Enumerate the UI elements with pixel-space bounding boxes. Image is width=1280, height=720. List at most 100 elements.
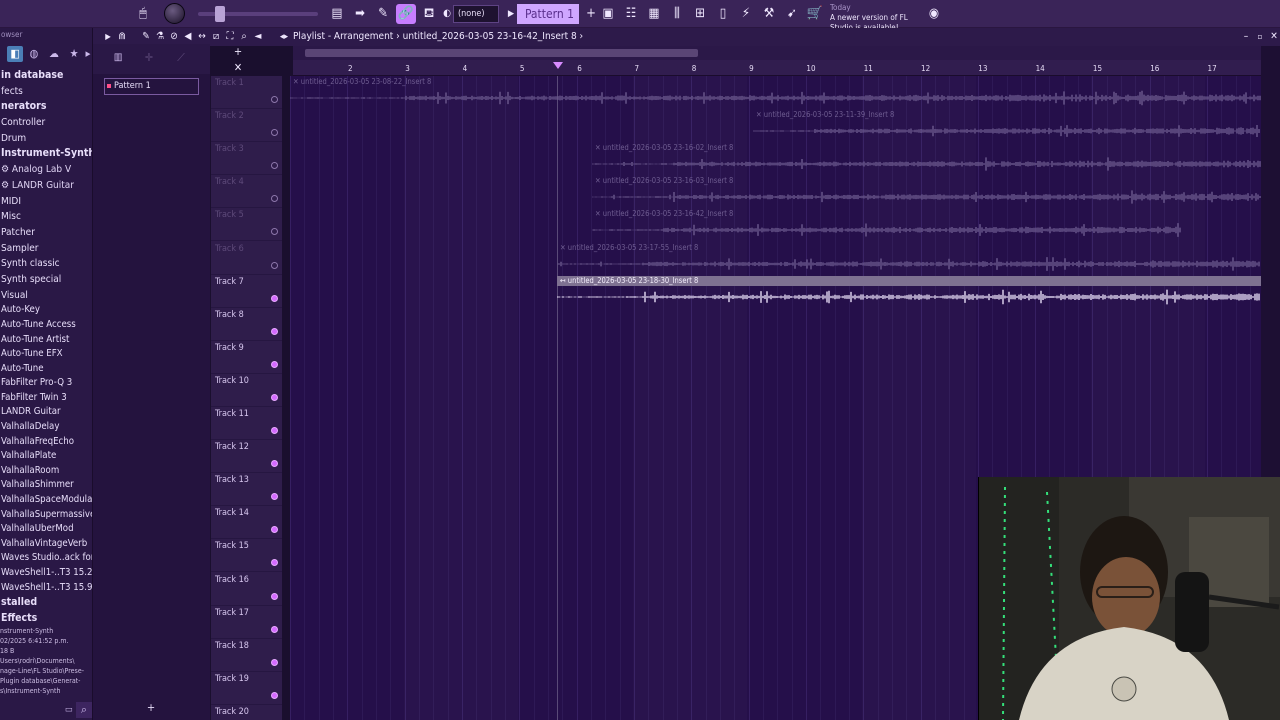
channel-rack-icon[interactable]: ☷ <box>621 4 641 24</box>
browser-item[interactable]: ValhallaUberMod <box>0 522 92 537</box>
browser-item[interactable]: stalled <box>0 595 92 611</box>
browser-item[interactable]: ValhallaFreqEcho <box>0 435 92 450</box>
scroll-thumb[interactable] <box>305 49 698 57</box>
audio-clip[interactable]: ↤ untitled_2026-03-05 23-18-30_Insert 8 <box>557 275 1261 307</box>
arrow-right-icon[interactable]: ➡ <box>350 4 370 24</box>
audio-clip[interactable]: ✕ untitled_2026-03-05 23-17-55_Insert 8 <box>557 243 1261 274</box>
audio-clip[interactable]: ✕ untitled_2026-03-05 23-16-42_Insert 8 <box>592 209 1182 240</box>
track-header[interactable]: Track 17 <box>211 606 282 639</box>
add-track-icon[interactable]: + <box>143 700 159 716</box>
browser-item[interactable]: MIDI <box>0 194 92 210</box>
zoom-icon[interactable]: ⌕ <box>237 29 251 45</box>
update-icon[interactable]: ◉ <box>924 4 944 24</box>
audio-clip[interactable]: ✕ untitled_2026-03-05 23-16-02_Insert 8 <box>592 143 1261 174</box>
piano-icon[interactable]: ▤ <box>327 4 347 24</box>
browser-item[interactable]: ValhallaDelay <box>0 420 92 435</box>
minimize-icon[interactable]: – <box>1240 30 1252 44</box>
stamp-icon[interactable]: ⛾ <box>419 4 439 24</box>
news-panel[interactable]: Today A newer version of FL Studio is av… <box>830 3 925 32</box>
browser-item[interactable]: Auto-Tune <box>0 362 92 377</box>
mouse-icon[interactable]: 🖱 <box>133 4 153 24</box>
piano-roll-icon[interactable]: ▦ <box>644 4 664 24</box>
track-mute-toggle[interactable] <box>271 526 278 534</box>
shop-icon[interactable]: 🛒 <box>805 4 825 24</box>
browser-item[interactable]: WaveShell1-..T3 15.9_x64 <box>0 581 92 596</box>
track-mute-toggle[interactable] <box>271 360 278 368</box>
browser-arrow-icon[interactable]: ▸ <box>80 46 92 62</box>
track-header[interactable]: Track 5 <box>211 208 282 242</box>
pattern-name-box[interactable]: Pattern 1 <box>517 4 579 24</box>
browser-item[interactable]: nerators <box>0 99 92 115</box>
track-mute-toggle[interactable] <box>271 658 278 666</box>
browser-item[interactable]: Synth classic <box>0 256 92 272</box>
track-header[interactable]: Track 20 <box>211 705 282 720</box>
pattern-selector[interactable]: (none) <box>453 5 499 23</box>
audio-clip[interactable]: ✕ untitled_2026-03-05 23-16-03_Insert 8 <box>592 176 1261 207</box>
track-mute-toggle[interactable] <box>271 96 278 103</box>
browser-item[interactable]: Auto-Tune EFX <box>0 347 92 362</box>
master-volume-knob[interactable] <box>164 3 185 24</box>
browser-item[interactable]: Auto-Key <box>0 303 92 318</box>
search-icon[interactable]: ⌕ <box>76 702 92 718</box>
browser-item[interactable]: ValhallaShimmer <box>0 478 92 493</box>
browser-item[interactable]: in database <box>0 68 92 84</box>
track-mute-toggle[interactable] <box>271 294 278 302</box>
x-icon[interactable]: ✕ <box>230 60 246 76</box>
playback-icon[interactable]: ◄ <box>251 29 265 45</box>
browser-item[interactable]: ValhallaSupermassive <box>0 508 92 523</box>
browser-all-icon[interactable]: ◧ <box>7 46 23 62</box>
browser-item[interactable]: fects <box>0 84 92 100</box>
track-mute-toggle[interactable] <box>271 261 278 269</box>
browser-item[interactable]: ValhallaPlate <box>0 449 92 464</box>
track-header[interactable]: Track 7 <box>211 275 282 308</box>
track-header[interactable]: Track 2 <box>211 109 282 143</box>
slip-icon[interactable]: ↔ <box>195 29 209 45</box>
browser-item[interactable]: FabFilter Twin 3 <box>0 391 92 406</box>
maximize-icon[interactable]: ▫ <box>1254 30 1266 44</box>
track-mute-toggle[interactable] <box>271 393 278 401</box>
track-header[interactable]: Track 12 <box>211 440 282 474</box>
plus-icon[interactable]: + <box>230 44 246 60</box>
picker-edit-icon[interactable]: ⟋ <box>173 50 189 66</box>
close-icon[interactable]: ✕ <box>1268 30 1280 44</box>
brush-icon[interactable]: ✎ <box>373 4 393 24</box>
browser-item[interactable]: Patcher <box>0 225 92 241</box>
browser-item[interactable]: Controller <box>0 115 92 131</box>
picker-add-icon[interactable]: ✛ <box>141 50 157 66</box>
track-header[interactable]: Track 8 <box>211 308 282 341</box>
track-mute-toggle[interactable] <box>271 427 278 434</box>
browser-item[interactable]: FabFilter Pro-Q 3 <box>0 376 92 391</box>
browser-item[interactable]: ValhallaSpaceModulator <box>0 493 92 508</box>
track-mute-toggle[interactable] <box>271 493 278 501</box>
track-mute-toggle[interactable] <box>271 592 278 600</box>
master-pitch-handle[interactable] <box>215 6 225 22</box>
browser-item[interactable]: Sampler <box>0 241 92 257</box>
track-mute-toggle[interactable] <box>271 195 278 203</box>
track-header[interactable]: Track 10 <box>211 374 282 407</box>
playhead-marker[interactable] <box>553 62 563 69</box>
track-header[interactable]: Track 19 <box>211 672 282 705</box>
track-header[interactable]: Track 15 <box>211 539 282 573</box>
browser-item[interactable]: ⚙ LANDR Guitar <box>0 178 92 194</box>
link-icon[interactable]: 🔗 <box>396 4 416 24</box>
pencil-icon[interactable]: ✎ <box>139 29 153 45</box>
paint-icon[interactable]: ⚗ <box>153 29 167 45</box>
delete-icon[interactable]: ⊘ <box>167 29 181 45</box>
browser-item[interactable]: Synth special <box>0 272 92 288</box>
track-header[interactable]: Track 6 <box>211 242 282 275</box>
track-mute-toggle[interactable] <box>271 691 278 699</box>
notes-icon[interactable]: ▯ <box>713 4 733 24</box>
track-header[interactable]: Track 18 <box>211 639 282 672</box>
browser-item[interactable]: Instrument-Synth <box>0 146 92 162</box>
track-mute-toggle[interactable] <box>271 460 278 468</box>
picker-pattern-icon[interactable]: ▥ <box>110 50 126 66</box>
browser-item[interactable]: Waves Studio..ack for OBS <box>0 551 92 566</box>
browser-item[interactable]: ⚙ Analog Lab V <box>0 162 92 178</box>
track-mute-toggle[interactable] <box>271 129 278 137</box>
script-icon[interactable]: ➹ <box>782 4 802 24</box>
track-mute-toggle[interactable] <box>271 625 278 633</box>
track-mute-toggle[interactable] <box>271 228 278 236</box>
audio-clip[interactable]: ✕ untitled_2026-03-05 23-11-39_Insert 8 <box>753 110 1261 141</box>
track-header[interactable]: Track 9 <box>211 341 282 374</box>
browser-item[interactable]: Auto-Tune Access <box>0 318 92 333</box>
